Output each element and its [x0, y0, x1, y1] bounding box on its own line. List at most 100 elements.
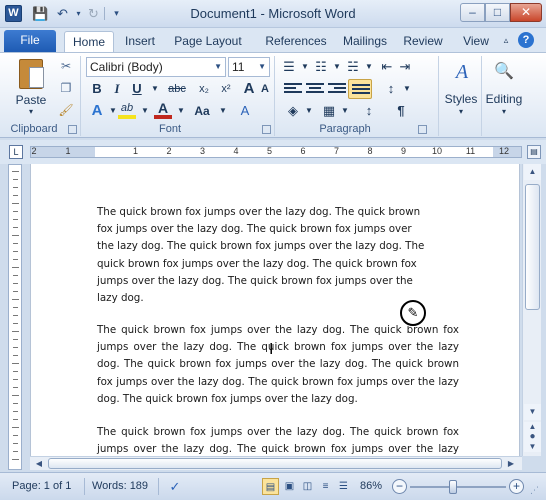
help-icon[interactable]: ?	[518, 32, 534, 48]
strikethrough-button[interactable]: abc	[164, 79, 190, 99]
chevron-down-icon[interactable]: ▼	[172, 101, 190, 121]
chevron-down-icon[interactable]: ▼	[258, 58, 266, 76]
paragraph[interactable]: The quick brown fox jumps over the lazy …	[97, 322, 459, 408]
chevron-down-icon[interactable]: ▼	[360, 57, 378, 77]
draft-view-icon[interactable]: ☰	[335, 478, 352, 495]
scroll-up-icon[interactable]: ▲	[524, 164, 541, 180]
superscript-button[interactable]: x²	[216, 79, 236, 99]
minimize-ribbon-icon[interactable]: ▵	[500, 34, 512, 46]
maximize-button[interactable]: □	[485, 3, 510, 22]
browse-object-icon[interactable]: ●	[524, 432, 541, 442]
vertical-ruler[interactable]	[8, 164, 22, 470]
close-button[interactable]: ✕	[510, 3, 542, 22]
tab-view[interactable]: View	[456, 31, 496, 52]
zoom-slider-track[interactable]	[410, 486, 506, 488]
font-launcher-icon[interactable]	[262, 125, 271, 134]
group-separator	[80, 56, 81, 136]
view-ruler-icon[interactable]: ▤	[527, 145, 541, 159]
vertical-scrollbar[interactable]: ▲ ▼ ▲ ● ▼	[522, 164, 541, 456]
tab-insert[interactable]: Insert	[118, 31, 162, 52]
tab-file[interactable]: File	[4, 30, 56, 52]
zoom-in-button[interactable]: +	[509, 479, 524, 494]
ruler-tick	[13, 339, 18, 340]
ribbon-tabs: File Home Insert Page Layout References …	[0, 28, 546, 52]
scroll-down-icon[interactable]: ▼	[524, 404, 541, 420]
chevron-down-icon[interactable]: ▼	[398, 79, 416, 99]
font-color-button[interactable]: A	[154, 101, 172, 119]
horizontal-scrollbar[interactable]: ◀ ▶	[30, 456, 522, 470]
chevron-down-icon[interactable]: ▼	[214, 101, 232, 121]
tab-page-layout[interactable]: Page Layout	[170, 31, 246, 52]
align-right-button[interactable]	[328, 83, 346, 97]
subscript-button[interactable]: x₂	[194, 79, 214, 99]
cut-icon[interactable]: ✂	[58, 58, 74, 74]
font-group-label: Font	[158, 123, 181, 135]
font-name-combo[interactable]: Calibri (Body) ▼	[86, 57, 226, 77]
tab-references[interactable]: References	[254, 31, 338, 52]
chevron-down-icon[interactable]: ▾	[10, 107, 52, 116]
full-screen-reading-icon[interactable]: ▣	[281, 478, 298, 495]
minimize-button[interactable]: –	[460, 3, 485, 22]
ruler-tick	[13, 275, 18, 276]
paragraph-launcher-icon[interactable]	[418, 125, 427, 134]
tab-mailings[interactable]: Mailings	[336, 31, 394, 52]
print-layout-view-icon[interactable]: ▤	[262, 478, 279, 495]
chevron-down-icon[interactable]: ▼	[214, 58, 222, 76]
status-separator	[84, 478, 85, 495]
ruler-number: 7	[333, 146, 339, 156]
highlight-button[interactable]: ab	[118, 101, 136, 119]
increase-indent-button[interactable]: ⇥	[396, 57, 414, 77]
proofing-icon[interactable]: ✓	[166, 478, 184, 495]
text-cursor-icon: I	[269, 341, 274, 358]
zoom-level[interactable]: 86%	[360, 480, 382, 492]
ruler-tick	[13, 219, 18, 220]
clipboard-launcher-icon[interactable]	[68, 125, 77, 134]
copy-icon[interactable]: ❐	[58, 80, 74, 96]
sort-button[interactable]: ↕	[360, 101, 378, 121]
outline-view-icon[interactable]: ≡	[317, 478, 334, 495]
ruler-number: 4	[233, 146, 239, 156]
next-page-icon[interactable]: ▼	[524, 442, 541, 452]
tab-selector-icon[interactable]: L	[9, 145, 23, 159]
chevron-down-icon[interactable]: ▼	[300, 101, 318, 121]
underline-button[interactable]: U	[128, 79, 146, 99]
resize-grip-icon[interactable]: ⋰	[530, 485, 542, 497]
justify-button[interactable]	[348, 79, 372, 99]
scroll-thumb[interactable]	[525, 184, 540, 310]
page-count[interactable]: Page: 1 of 1	[12, 480, 71, 492]
horizontal-ruler[interactable]: 2 1 1 2 3 4 5 6 7 8 9 10 11 12	[30, 146, 522, 158]
decrease-indent-button[interactable]: ⇤	[378, 57, 396, 77]
paragraph-group-label: Paragraph	[319, 123, 371, 135]
italic-button[interactable]: I	[108, 79, 126, 99]
chevron-down-icon[interactable]: ▼	[336, 101, 354, 121]
font-size-combo[interactable]: 11 ▼	[228, 57, 270, 77]
format-painter-icon[interactable]: 🖌	[58, 102, 74, 118]
chevron-down-icon: ▾	[501, 107, 506, 116]
tab-review[interactable]: Review	[400, 31, 446, 52]
document-page[interactable]: The quick brown fox jumps over the lazy …	[30, 164, 520, 470]
editing-button[interactable]: 🔍 Editing ▾	[484, 57, 524, 119]
shrink-font-button[interactable]: A	[256, 79, 274, 99]
ruler-tick	[13, 195, 18, 196]
paragraph[interactable]: The quick brown fox jumps over the lazy …	[97, 204, 427, 307]
word-count[interactable]: Words: 189	[92, 480, 148, 492]
zoom-slider-thumb[interactable]	[449, 480, 457, 494]
clear-formatting-button[interactable]: A	[236, 101, 254, 121]
align-center-button[interactable]	[306, 83, 324, 97]
bold-button[interactable]: B	[88, 79, 106, 99]
scroll-thumb[interactable]	[48, 458, 502, 469]
styles-button[interactable]: A Styles ▾	[444, 57, 478, 119]
scroll-right-icon[interactable]: ▶	[504, 457, 518, 470]
chevron-down-icon[interactable]: ▼	[136, 101, 154, 121]
scroll-left-icon[interactable]: ◀	[32, 457, 46, 470]
justify-icon	[352, 84, 370, 98]
web-layout-view-icon[interactable]: ◫	[299, 478, 316, 495]
show-formatting-button[interactable]: ¶	[392, 101, 410, 121]
change-case-button[interactable]: Aa	[190, 101, 214, 121]
zoom-out-button[interactable]: −	[392, 479, 407, 494]
ruler-tick	[13, 403, 18, 404]
tab-home[interactable]: Home	[64, 31, 114, 52]
chevron-down-icon[interactable]: ▼	[146, 79, 164, 99]
paste-button[interactable]: Paste ▾	[10, 57, 52, 117]
align-left-button[interactable]	[284, 83, 302, 97]
